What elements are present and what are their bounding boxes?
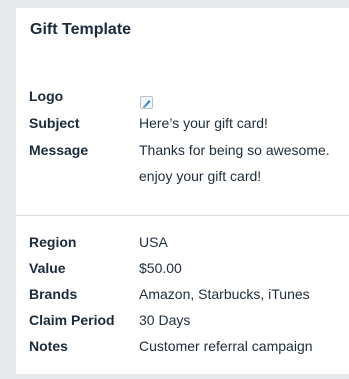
claim-period-label: Claim Period	[29, 312, 115, 328]
subject-label: Subject	[29, 115, 80, 131]
message-line-2: enjoy your gift card!	[139, 168, 262, 184]
region-value: USA	[139, 234, 168, 250]
logo-label: Logo	[29, 88, 64, 104]
notes-label: Notes	[29, 338, 68, 354]
brands-label: Brands	[29, 286, 78, 302]
panel-title: Gift Template	[30, 21, 132, 38]
notes-value: Customer referral campaign	[139, 338, 313, 354]
brands-value: Amazon, Starbucks, iTunes	[139, 286, 310, 302]
section-divider	[16, 215, 349, 216]
claim-period-value: 30 Days	[139, 312, 191, 328]
region-label: Region	[29, 234, 77, 250]
brand-logo-icon	[140, 96, 153, 109]
subject-value: Here’s your gift card!	[139, 115, 268, 131]
gift-template-panel: Gift Template Logo Subject Here’s your g…	[16, 8, 349, 374]
value-label: Value	[29, 260, 66, 276]
message-label: Message	[29, 142, 89, 158]
value-value: $50.00	[139, 260, 182, 276]
message-line-1: Thanks for being so awesome.	[139, 142, 330, 158]
